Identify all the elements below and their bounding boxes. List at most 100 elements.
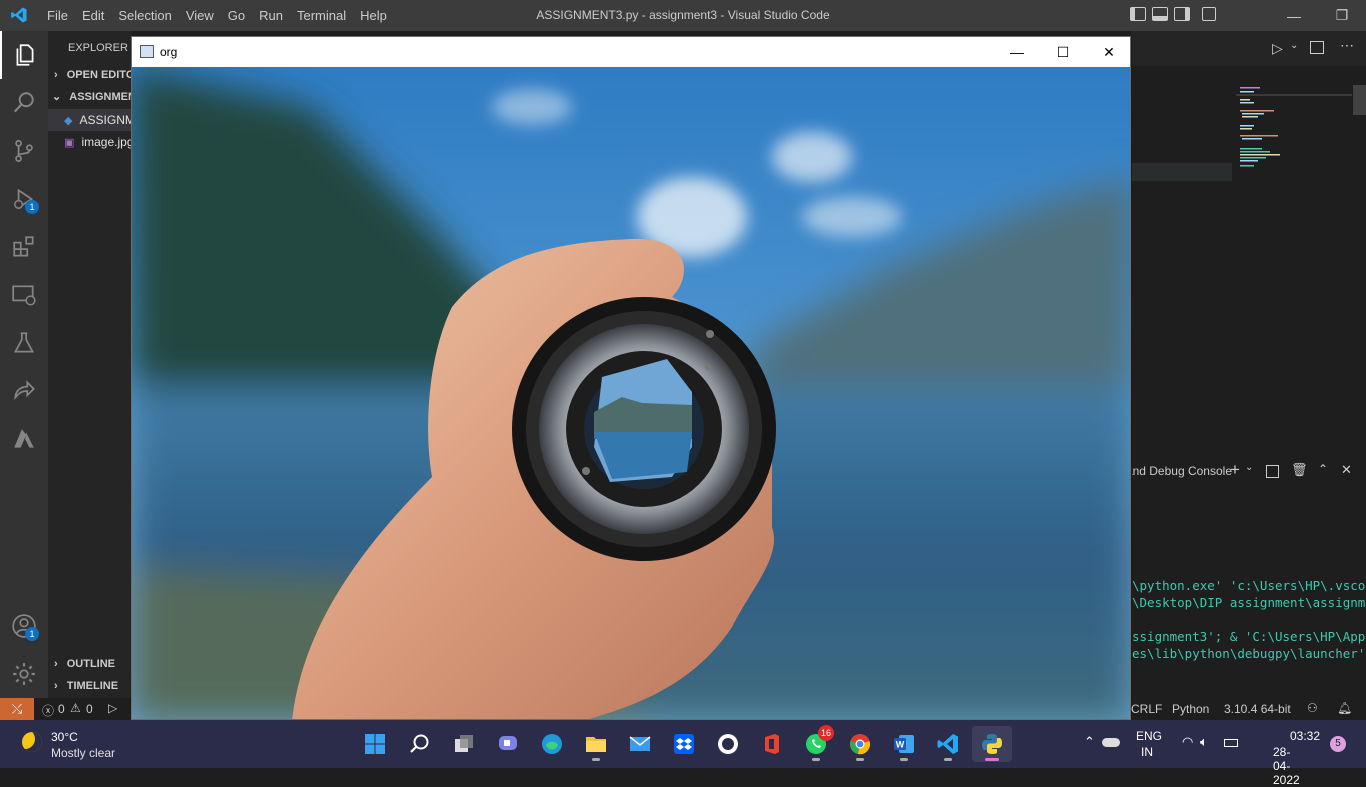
volume-icon[interactable]: 🔈︎ bbox=[1200, 734, 1208, 750]
toggle-sidebar-icon[interactable] bbox=[1130, 7, 1146, 21]
file-item-image[interactable]: ▣ image.jpg bbox=[48, 131, 132, 153]
image-close-button[interactable]: ✕ bbox=[1086, 37, 1130, 67]
toggle-secondary-sidebar-icon[interactable] bbox=[1174, 7, 1190, 21]
menu-run[interactable]: Run bbox=[252, 8, 290, 23]
running-indicator bbox=[944, 758, 952, 761]
menu-help[interactable]: Help bbox=[353, 8, 394, 23]
dropbox-icon bbox=[674, 734, 694, 754]
panel-tab-debug-console[interactable]: Run and Debug Console bbox=[1132, 464, 1232, 478]
close-panel-icon[interactable]: ✕ bbox=[1341, 462, 1352, 478]
vscode-restore-button[interactable]: ❐ bbox=[1318, 0, 1366, 31]
settings-gear-icon[interactable] bbox=[0, 650, 48, 698]
menu-file[interactable]: File bbox=[40, 8, 75, 23]
start-button[interactable] bbox=[355, 726, 395, 762]
open-editors-section[interactable]: › OPEN EDITORS bbox=[48, 64, 132, 86]
notifications-bell-icon[interactable]: 🔔︎ bbox=[1337, 701, 1352, 715]
taskbar-search-button[interactable] bbox=[400, 726, 440, 762]
errors-icon[interactable]: ⓧ bbox=[42, 702, 54, 719]
minimap[interactable] bbox=[1236, 85, 1352, 175]
toggle-panel-icon[interactable] bbox=[1152, 7, 1168, 21]
more-actions-icon[interactable]: ⋯ bbox=[1340, 37, 1354, 54]
outline-section[interactable]: › OUTLINE bbox=[48, 653, 132, 675]
remote-indicator[interactable]: ⤯ bbox=[0, 698, 34, 720]
language-region[interactable]: IN bbox=[1141, 745, 1153, 759]
feedback-icon[interactable]: ⚇ bbox=[1307, 701, 1318, 715]
onedrive-cloud-icon[interactable] bbox=[1102, 738, 1120, 747]
source-control-icon[interactable] bbox=[0, 127, 48, 175]
timeline-section[interactable]: › TIMELINE bbox=[48, 675, 132, 697]
debug-launch-icon[interactable]: ▷ bbox=[108, 701, 117, 715]
chevron-down-icon[interactable]: ⌄ bbox=[1290, 40, 1298, 51]
chevron-up-icon[interactable]: ⌃ bbox=[1084, 734, 1095, 750]
task-view-button[interactable] bbox=[444, 726, 484, 762]
window-app-icon bbox=[140, 45, 154, 58]
wifi-icon[interactable]: ◠ bbox=[1182, 734, 1193, 750]
python-window-button[interactable] bbox=[972, 726, 1012, 762]
run-python-icon[interactable]: ▷ bbox=[1272, 40, 1283, 57]
layout-controls bbox=[1130, 7, 1216, 21]
folder-icon bbox=[586, 737, 606, 752]
clock-time[interactable]: 03:32 bbox=[1290, 729, 1320, 743]
testing-icon[interactable] bbox=[0, 319, 48, 367]
weather-temperature: 30°C bbox=[51, 730, 78, 744]
live-share-icon[interactable] bbox=[0, 367, 48, 415]
battery-icon[interactable] bbox=[1224, 739, 1238, 747]
mail-button[interactable] bbox=[620, 726, 660, 762]
menu-go[interactable]: Go bbox=[221, 8, 252, 23]
office-button[interactable] bbox=[752, 726, 792, 762]
image-window-titlebar[interactable]: org — ☐ ✕ bbox=[132, 37, 1130, 67]
image-maximize-button[interactable]: ☐ bbox=[1040, 37, 1086, 67]
github-icon bbox=[718, 734, 738, 754]
maximize-panel-icon[interactable]: ⌃ bbox=[1318, 462, 1328, 476]
remote-explorer-icon[interactable] bbox=[0, 271, 48, 319]
image-minimize-button[interactable]: — bbox=[994, 37, 1040, 67]
split-editor-icon[interactable] bbox=[1310, 41, 1324, 54]
menu-edit[interactable]: Edit bbox=[75, 8, 111, 23]
warning-count[interactable]: 0 bbox=[86, 702, 93, 716]
eol-indicator[interactable]: CRLF bbox=[1131, 702, 1162, 716]
editor-scrollbar[interactable] bbox=[1353, 85, 1366, 115]
clock-date[interactable]: 28-04-2022 bbox=[1273, 745, 1300, 787]
chevron-down-icon[interactable]: ⌄ bbox=[1245, 462, 1253, 473]
menu-selection[interactable]: Selection bbox=[111, 8, 178, 23]
file-item-python[interactable]: ◆ ASSIGNMENT3.py bbox=[48, 109, 132, 131]
terminal-line: \Desktop\DIP assignment\assignm bbox=[1132, 595, 1366, 610]
chrome-button[interactable] bbox=[840, 726, 880, 762]
search-icon[interactable] bbox=[0, 79, 48, 127]
menu-terminal[interactable]: Terminal bbox=[290, 8, 353, 23]
new-terminal-icon[interactable]: + bbox=[1230, 460, 1240, 480]
editor-tabbar: ▷ ⌄ ⋯ bbox=[1132, 31, 1366, 66]
vscode-taskbar-button[interactable] bbox=[928, 726, 968, 762]
explorer-icon[interactable] bbox=[0, 31, 48, 79]
notification-count-badge[interactable]: 5 bbox=[1330, 736, 1346, 752]
moon-icon bbox=[22, 732, 42, 752]
trash-icon[interactable]: 🗑 bbox=[1291, 462, 1308, 478]
customize-layout-icon[interactable] bbox=[1202, 7, 1216, 21]
vscode-minimize-button[interactable]: — bbox=[1270, 0, 1318, 31]
explorer-title: EXPLORER bbox=[68, 42, 128, 54]
azure-icon[interactable] bbox=[0, 415, 48, 463]
vscode-icon bbox=[937, 734, 958, 754]
teams-chat-button[interactable] bbox=[488, 726, 528, 762]
error-count[interactable]: 0 bbox=[58, 702, 65, 716]
word-button[interactable]: W bbox=[884, 726, 924, 762]
language-mode[interactable]: Python bbox=[1172, 702, 1209, 716]
run-debug-icon[interactable]: 1 bbox=[0, 175, 48, 223]
extensions-icon[interactable] bbox=[0, 223, 48, 271]
edge-button[interactable] bbox=[532, 726, 572, 762]
menu-view[interactable]: View bbox=[179, 8, 221, 23]
language-indicator[interactable]: ENG bbox=[1136, 729, 1162, 743]
warning-icon[interactable]: ⚠ bbox=[70, 701, 81, 715]
file-explorer-button[interactable] bbox=[576, 726, 616, 762]
whatsapp-button[interactable]: 16 bbox=[796, 725, 836, 762]
folder-section[interactable]: ⌄ ASSIGNMENT3 bbox=[48, 86, 132, 108]
running-indicator bbox=[812, 758, 820, 761]
title-bar: File Edit Selection View Go Run Terminal… bbox=[0, 0, 1366, 31]
split-terminal-icon[interactable] bbox=[1266, 465, 1279, 478]
image-window-title: org bbox=[160, 45, 178, 59]
accounts-icon[interactable]: 1 bbox=[0, 602, 48, 650]
dropbox-button[interactable] bbox=[664, 726, 704, 762]
github-desktop-button[interactable] bbox=[708, 726, 748, 762]
python-interpreter[interactable]: 3.10.4 64-bit bbox=[1224, 702, 1291, 716]
chevron-right-icon: › bbox=[54, 69, 58, 81]
